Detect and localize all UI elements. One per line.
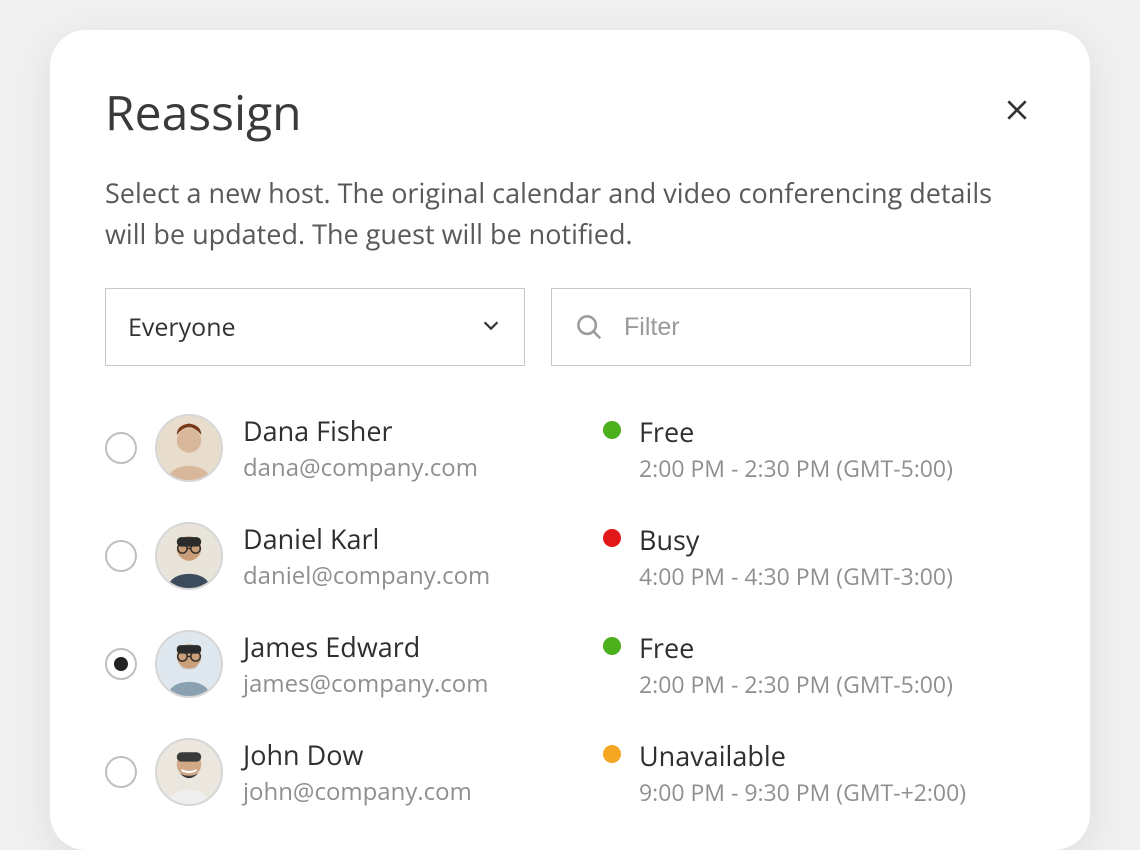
person-email: daniel@company.com <box>243 559 603 592</box>
scope-select[interactable]: Everyone <box>105 288 525 366</box>
status-time: 2:00 PM - 2:30 PM (GMT-5:00) <box>639 668 953 700</box>
person-row[interactable]: John Dow john@company.com Unavailable 9:… <box>105 718 1035 826</box>
status-info: Free 2:00 PM - 2:30 PM (GMT-5:00) <box>603 413 1035 484</box>
controls-row: Everyone <box>105 288 1035 366</box>
avatar <box>155 522 223 590</box>
close-icon <box>1004 97 1030 128</box>
radio-button[interactable] <box>105 432 137 464</box>
status-dot-icon <box>603 529 621 547</box>
person-info: Dana Fisher dana@company.com <box>243 412 603 484</box>
status-dot-icon <box>603 745 621 763</box>
person-email: dana@company.com <box>243 451 603 484</box>
filter-field[interactable] <box>551 288 971 366</box>
person-row[interactable]: Dana Fisher dana@company.com Free 2:00 P… <box>105 394 1035 502</box>
avatar <box>155 630 223 698</box>
person-name: John Dow <box>243 736 603 773</box>
person-info: John Dow john@company.com <box>243 736 603 808</box>
avatar <box>155 414 223 482</box>
close-button[interactable] <box>999 95 1035 131</box>
avatar <box>155 738 223 806</box>
person-name: James Edward <box>243 628 603 665</box>
status-time: 2:00 PM - 2:30 PM (GMT-5:00) <box>639 452 953 484</box>
radio-button[interactable] <box>105 756 137 788</box>
person-info: James Edward james@company.com <box>243 628 603 700</box>
person-email: john@company.com <box>243 775 603 808</box>
radio-button[interactable] <box>105 648 137 680</box>
scope-select-value: Everyone <box>128 310 236 344</box>
status-label: Free <box>639 629 953 666</box>
status-time: 9:00 PM - 9:30 PM (GMT-+2:00) <box>639 776 966 808</box>
person-name: Daniel Karl <box>243 520 603 557</box>
person-info: Daniel Karl daniel@company.com <box>243 520 603 592</box>
modal-description: Select a new host. The original calendar… <box>105 173 1035 254</box>
status-info: Unavailable 9:00 PM - 9:30 PM (GMT-+2:00… <box>603 737 1035 808</box>
status-time: 4:00 PM - 4:30 PM (GMT-3:00) <box>639 560 953 592</box>
search-icon <box>574 312 604 342</box>
person-row[interactable]: James Edward james@company.com Free 2:00… <box>105 610 1035 718</box>
status-dot-icon <box>603 637 621 655</box>
person-email: james@company.com <box>243 667 603 700</box>
people-list: Dana Fisher dana@company.com Free 2:00 P… <box>105 394 1035 826</box>
status-dot-icon <box>603 421 621 439</box>
status-label: Busy <box>639 521 953 558</box>
chevron-down-icon <box>480 310 502 344</box>
status-info: Busy 4:00 PM - 4:30 PM (GMT-3:00) <box>603 521 1035 592</box>
reassign-modal: Reassign Select a new host. The original… <box>50 30 1090 850</box>
status-label: Unavailable <box>639 737 966 774</box>
person-name: Dana Fisher <box>243 412 603 449</box>
modal-title: Reassign <box>105 80 302 145</box>
person-row[interactable]: Daniel Karl daniel@company.com Busy 4:00… <box>105 502 1035 610</box>
filter-input[interactable] <box>624 313 948 342</box>
radio-button[interactable] <box>105 540 137 572</box>
status-label: Free <box>639 413 953 450</box>
modal-header: Reassign <box>105 80 1035 145</box>
status-info: Free 2:00 PM - 2:30 PM (GMT-5:00) <box>603 629 1035 700</box>
